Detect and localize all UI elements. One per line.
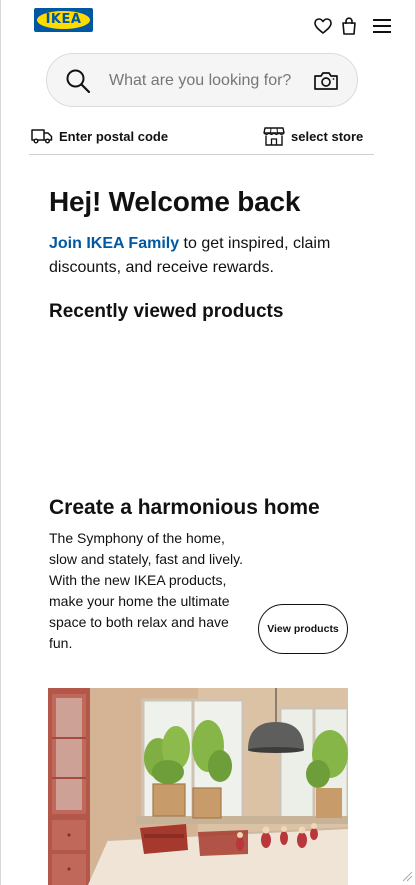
- view-products-button[interactable]: View products: [258, 604, 348, 654]
- ikea-logo[interactable]: IKEA: [34, 8, 93, 32]
- campaign-body: The Symphony of the home, slow and state…: [49, 530, 244, 651]
- select-store-label: select store: [291, 128, 364, 144]
- family-promo-text: Join IKEA Family to get inspired, claim …: [49, 232, 369, 280]
- camera-icon[interactable]: [313, 71, 339, 91]
- postal-code-label: Enter postal code: [59, 128, 169, 144]
- join-ikea-family-link[interactable]: Join IKEA Family: [49, 235, 179, 252]
- recently-viewed-heading: Recently viewed products: [49, 301, 284, 322]
- resize-grip-icon[interactable]: [401, 870, 413, 882]
- truck-icon: [31, 129, 53, 144]
- campaign-heading: Create a harmonious home: [49, 496, 320, 519]
- header-divider: [29, 154, 374, 155]
- store-icon: [263, 127, 285, 146]
- select-store-button[interactable]: select store: [263, 126, 363, 146]
- hamburger-menu-icon[interactable]: [372, 16, 392, 36]
- campaign-photo[interactable]: [48, 688, 348, 885]
- search-input[interactable]: [109, 70, 305, 92]
- search-bar[interactable]: [46, 53, 358, 107]
- search-icon[interactable]: [65, 68, 91, 94]
- welcome-heading: Hej! Welcome back: [49, 186, 301, 217]
- heart-icon[interactable]: [313, 16, 333, 36]
- enter-postal-code-button[interactable]: Enter postal code: [31, 126, 168, 146]
- logo-text: IKEA: [45, 12, 82, 27]
- shopping-bag-icon[interactable]: [339, 16, 359, 36]
